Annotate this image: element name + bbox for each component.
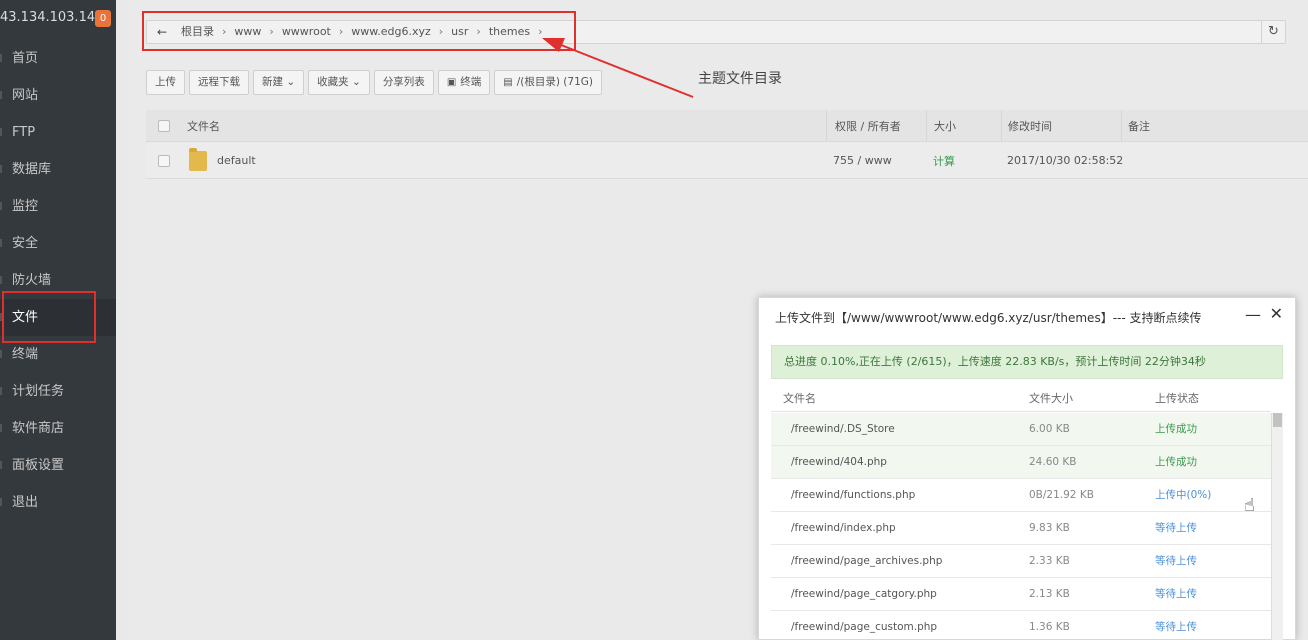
header-status: 上传状态 — [1155, 392, 1199, 405]
upload-filename: /freewind/404.php — [791, 456, 887, 468]
list-item: /freewind/.DS_Store 6.00 KB 上传成功 — [771, 413, 1271, 446]
upload-status: 上传成功 — [1155, 456, 1197, 468]
list-item: /freewind/functions.php 0B/21.92 KB 上传中(0%… — [771, 479, 1271, 512]
list-item: /freewind/page_catgory.php 2.13 KB 等待上传 — [771, 578, 1271, 611]
upload-filesize: 2.13 KB — [1029, 588, 1070, 600]
upload-filesize: 0B/21.92 KB — [1029, 489, 1094, 501]
upload-status: 等待上传 — [1155, 588, 1197, 600]
upload-status: 等待上传 — [1155, 522, 1197, 534]
upload-filename: /freewind/index.php — [791, 522, 896, 534]
hand-cursor-icon: ☝ — [1244, 495, 1255, 516]
close-icon[interactable]: ✕ — [1270, 304, 1283, 323]
dialog-title: 上传文件到【/www/wwwroot/www.edg6.xyz/usr/them… — [775, 311, 1202, 325]
upload-filesize: 24.60 KB — [1029, 456, 1077, 468]
list-item: /freewind/page_custom.php 1.36 KB 等待上传 — [771, 611, 1271, 640]
upload-filename: /freewind/page_custom.php — [791, 621, 938, 633]
upload-progress-summary: 总进度 0.10%,正在上传 (2/615)，上传速度 22.83 KB/s，预… — [771, 345, 1283, 379]
upload-list-header: 文件名 文件大小 上传状态 — [771, 386, 1271, 412]
upload-status: 上传中(0%) — [1155, 489, 1212, 501]
upload-status: 等待上传 — [1155, 621, 1197, 633]
upload-list[interactable]: /freewind/.DS_Store 6.00 KB 上传成功 /freewind… — [771, 413, 1271, 640]
upload-filename: /freewind/.DS_Store — [791, 423, 895, 435]
upload-status: 上传成功 — [1155, 423, 1197, 435]
header-filesize: 文件大小 — [1029, 392, 1073, 405]
upload-filesize: 1.36 KB — [1029, 621, 1070, 633]
scroll-thumb[interactable] — [1273, 413, 1282, 427]
upload-list-scrollbar[interactable] — [1271, 413, 1283, 640]
upload-status: 等待上传 — [1155, 555, 1197, 567]
upload-filesize: 2.33 KB — [1029, 555, 1070, 567]
upload-filesize: 9.83 KB — [1029, 522, 1070, 534]
upload-filename: /freewind/page_archives.php — [791, 555, 943, 567]
list-item: /freewind/index.php 9.83 KB 等待上传 — [771, 512, 1271, 545]
upload-dialog: 上传文件到【/www/wwwroot/www.edg6.xyz/usr/them… — [758, 297, 1296, 640]
header-filename: 文件名 — [783, 392, 816, 405]
list-item: /freewind/page_archives.php 2.33 KB 等待上传 — [771, 545, 1271, 578]
upload-filename: /freewind/page_catgory.php — [791, 588, 937, 600]
minimize-icon[interactable]: — — [1245, 305, 1261, 324]
upload-filesize: 6.00 KB — [1029, 423, 1070, 435]
upload-filename: /freewind/functions.php — [791, 489, 916, 501]
list-item: /freewind/404.php 24.60 KB 上传成功 — [771, 446, 1271, 479]
